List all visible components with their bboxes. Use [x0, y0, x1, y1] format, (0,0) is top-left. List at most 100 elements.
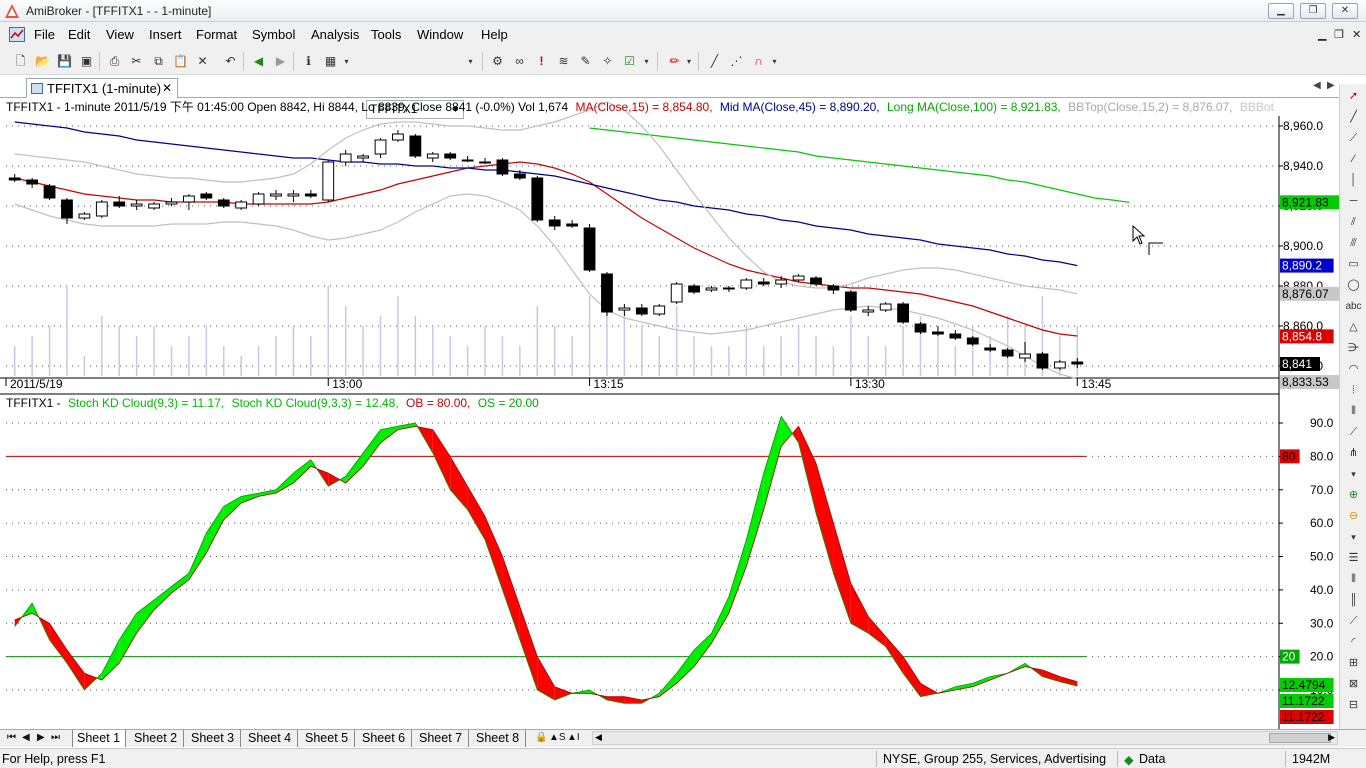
wand-icon[interactable]: ✧	[599, 53, 616, 70]
undo-icon[interactable]: ↶	[222, 53, 239, 70]
triangle-icon[interactable]: △	[1345, 320, 1362, 335]
lock-icon[interactable]: 🔒	[535, 732, 547, 743]
document-tab[interactable]: TFFITX1 (1-minute) ✕	[26, 78, 178, 98]
sheet-tab-8[interactable]: Sheet 8	[472, 730, 526, 747]
toolbar-overflow-icon[interactable]: ▾	[770, 53, 779, 70]
sync-scroll-icon[interactable]: ▲S	[549, 732, 566, 743]
toolbar-overflow-icon[interactable]: ▾	[1345, 530, 1362, 545]
restore-button[interactable]: ❐	[1300, 3, 1326, 19]
sheet-tab-5[interactable]: Sheet 5	[301, 730, 355, 747]
info-icon[interactable]: ℹ	[300, 53, 317, 70]
cut-icon[interactable]: ✂	[128, 53, 145, 70]
fib-extension-icon[interactable]: ⦀	[1345, 572, 1362, 587]
text-tool-icon[interactable]: abc	[1345, 299, 1362, 314]
calendar-icon[interactable]: ▦	[322, 53, 339, 70]
tools-icon[interactable]: ✎	[577, 53, 594, 70]
chart-area[interactable]: 8,960.08,940.08,920.08,900.08,880.08,860…	[0, 98, 1366, 730]
print-icon[interactable]: ⎙	[106, 53, 123, 70]
last-sheet-icon[interactable]: ⏭	[51, 732, 60, 743]
glasses-icon[interactable]: ∞	[511, 53, 528, 70]
sync-cursor-icon[interactable]: ▲I	[567, 732, 580, 743]
gear-icon[interactable]: ⚙	[489, 53, 506, 70]
line-icon[interactable]: ╱	[706, 53, 723, 70]
sheet-tab-1[interactable]: Sheet 1	[72, 730, 126, 747]
menu-symbol[interactable]: Symbol	[252, 27, 295, 42]
toolbar-overflow-icon[interactable]: ▾	[342, 53, 351, 70]
zoom-out-icon[interactable]: ⊖	[1345, 509, 1362, 524]
extended-line-icon[interactable]: ⁄	[1345, 152, 1362, 167]
scroll-left-icon[interactable]: ◀	[595, 732, 602, 743]
scroll-icon[interactable]: ≋	[555, 53, 572, 70]
save-all-icon[interactable]: ▣	[78, 53, 95, 70]
scrollbar-thumb[interactable]	[1269, 733, 1331, 743]
vertical-line-icon[interactable]: │	[1345, 173, 1362, 188]
gann-square-icon[interactable]: ⊠	[1345, 677, 1362, 692]
new-icon[interactable]: 🗋	[12, 53, 29, 70]
sheet-tab-7[interactable]: Sheet 7	[415, 730, 469, 747]
first-sheet-icon[interactable]: ⏮	[7, 732, 16, 743]
channel-icon[interactable]: ⫻	[1345, 236, 1362, 251]
check-icon[interactable]: ☑	[621, 53, 638, 70]
ellipse-icon[interactable]: ◯	[1345, 278, 1362, 293]
mdi-close-button[interactable]: ✕	[1352, 28, 1361, 41]
toolbar-overflow-icon[interactable]: ▾	[466, 53, 475, 70]
magnet-icon[interactable]: ∩	[750, 53, 767, 70]
sheet-tab-2[interactable]: Sheet 2	[130, 730, 184, 747]
menu-window[interactable]: Window	[417, 27, 463, 42]
forward-icon[interactable]: ▶	[272, 53, 289, 70]
toolbar-overflow-icon[interactable]: ▾	[642, 53, 651, 70]
mdi-minimize-button[interactable]: ▁	[1318, 28, 1326, 41]
menu-insert[interactable]: Insert	[149, 27, 182, 42]
save-icon[interactable]: 💾	[56, 53, 73, 70]
menu-view[interactable]: View	[106, 27, 134, 42]
dotted-line-icon[interactable]: ⋰	[728, 53, 745, 70]
pen-color-dropdown-icon[interactable]: ▾	[684, 53, 694, 70]
gann-fan-icon[interactable]: ⟋	[1345, 425, 1362, 440]
tab-scroll-right-icon[interactable]: ▶	[1327, 80, 1335, 91]
scroll-right-icon[interactable]: ▶	[1328, 732, 1335, 743]
horizontal-scrollbar[interactable]: ◀ ▶	[592, 731, 1338, 745]
tab-scroll-left-icon[interactable]: ◀	[1313, 80, 1321, 91]
chart-canvas[interactable]: 8,960.08,940.08,920.08,900.08,880.08,860…	[0, 98, 1339, 730]
menu-file[interactable]: File	[34, 27, 55, 42]
cycles-icon[interactable]: ⦙	[1345, 383, 1362, 398]
menu-edit[interactable]: Edit	[68, 27, 90, 42]
close-tab-icon[interactable]: ✕	[162, 81, 172, 95]
sheet-tab-6[interactable]: Sheet 6	[358, 730, 412, 747]
next-sheet-icon[interactable]: ▶	[37, 732, 45, 743]
rectangle-icon[interactable]: ▭	[1345, 257, 1362, 272]
prev-sheet-icon[interactable]: ◀	[22, 732, 30, 743]
zoom-in-icon[interactable]: ⊕	[1345, 488, 1362, 503]
grid-icon[interactable]: ⊞	[1345, 656, 1362, 671]
pen-color-icon[interactable]: ✏	[666, 53, 683, 70]
fan-icon[interactable]: ⋺	[1345, 341, 1362, 356]
paste-icon[interactable]: 📋	[172, 53, 189, 70]
arc-icon[interactable]: ◠	[1345, 362, 1362, 377]
trendline-icon[interactable]: ╱	[1345, 110, 1362, 125]
open-icon[interactable]: 📂	[34, 53, 51, 70]
sheet-tab-4[interactable]: Sheet 4	[244, 730, 298, 747]
toolbar-overflow-icon[interactable]: ▾	[1345, 467, 1362, 482]
sheet-tab-3[interactable]: Sheet 3	[187, 730, 241, 747]
arcs-icon[interactable]: ◜	[1345, 635, 1362, 650]
mdi-restore-button[interactable]: ❐	[1334, 28, 1344, 41]
minimize-button[interactable]: ▁	[1268, 3, 1294, 19]
gann-box-icon[interactable]: ⊟	[1345, 698, 1362, 713]
parallel-lines-icon[interactable]: ⫽	[1345, 215, 1362, 230]
fibonacci-timezones-icon[interactable]: ⦀	[1345, 404, 1362, 419]
copy-icon[interactable]: ⧉	[150, 53, 167, 70]
select-arrow-icon[interactable]: ➚	[1345, 89, 1362, 104]
fib-retracement-icon[interactable]: ☰	[1345, 551, 1362, 566]
ray-icon[interactable]: ⟋	[1345, 131, 1362, 146]
menu-format[interactable]: Format	[196, 27, 237, 42]
alert-icon[interactable]: !	[533, 53, 550, 70]
fib-timezone-icon[interactable]: ║	[1345, 593, 1362, 608]
back-icon[interactable]: ◀	[250, 53, 267, 70]
menu-help[interactable]: Help	[481, 27, 508, 42]
pitchfork-icon[interactable]: ⋔	[1345, 446, 1362, 461]
menu-tools[interactable]: Tools	[371, 27, 401, 42]
menu-analysis[interactable]: Analysis	[311, 27, 359, 42]
delete-icon[interactable]: ✕	[194, 53, 211, 70]
horizontal-line-icon[interactable]: ─	[1345, 194, 1362, 209]
close-button[interactable]: ✕	[1332, 3, 1358, 19]
